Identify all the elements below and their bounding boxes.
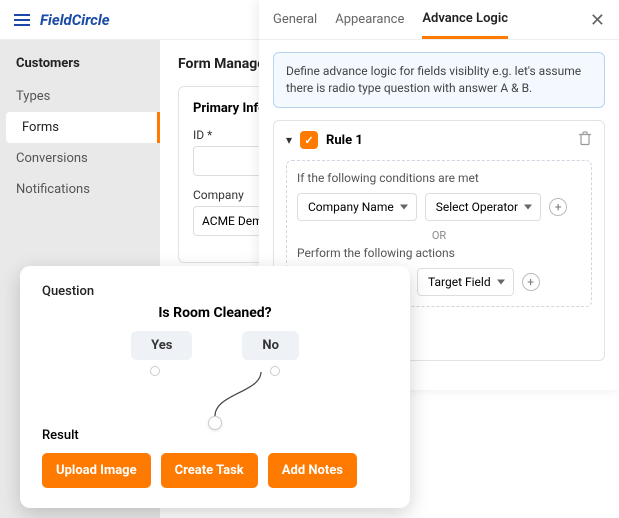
answer-row: Yes No	[42, 331, 388, 360]
sidebar-item-conversions[interactable]: Conversions	[0, 143, 160, 174]
question-text: Is Room Cleaned?	[42, 305, 388, 321]
sidebar-item-types[interactable]: Types	[0, 81, 160, 112]
rule-title: Rule 1	[326, 133, 363, 148]
conditions-label: If the following conditions are met	[297, 171, 581, 185]
tab-appearance[interactable]: Appearance	[335, 12, 404, 37]
upload-image-button[interactable]: Upload Image	[42, 453, 151, 488]
sidebar-title: Customers	[0, 56, 160, 81]
yes-button[interactable]: Yes	[131, 331, 192, 360]
flow-card: Question Is Room Cleaned? Yes No Result …	[20, 266, 410, 508]
add-action-icon[interactable]: +	[522, 273, 540, 291]
hamburger-icon[interactable]	[14, 14, 30, 26]
sidebar-item-notifications[interactable]: Notifications	[0, 174, 160, 205]
condition-row: Company Name Select Operator +	[297, 193, 581, 221]
target-dropdown[interactable]: Target Field	[417, 268, 514, 296]
rule-header: ▾ ✓ Rule 1	[286, 131, 592, 150]
result-actions: Upload Image Create Task Add Notes	[42, 453, 388, 488]
close-icon[interactable]: ✕	[590, 10, 605, 39]
or-label: OR	[297, 229, 581, 242]
no-button[interactable]: No	[242, 331, 299, 360]
add-notes-button[interactable]: Add Notes	[268, 453, 357, 488]
actions-label: Perform the following actions	[297, 246, 581, 260]
question-label: Question	[42, 284, 388, 299]
create-task-button[interactable]: Create Task	[161, 453, 258, 488]
result-label: Result	[42, 428, 388, 443]
add-condition-icon[interactable]: +	[549, 198, 567, 216]
sidebar-item-forms[interactable]: Forms	[6, 112, 160, 143]
operator-dropdown[interactable]: Select Operator	[425, 193, 541, 221]
yes-node-icon	[150, 366, 160, 376]
tab-general[interactable]: General	[273, 12, 317, 37]
chevron-down-icon[interactable]: ▾	[286, 133, 292, 147]
brand-logo: FieldCircle	[40, 11, 110, 29]
mid-node-icon	[208, 416, 222, 430]
field-dropdown[interactable]: Company Name	[297, 193, 417, 221]
connector	[42, 378, 388, 428]
panel-tabs: General Appearance Advance Logic ✕	[259, 0, 619, 40]
trash-icon[interactable]	[578, 131, 592, 150]
rule-checkbox[interactable]: ✓	[300, 131, 318, 149]
tab-advance-logic[interactable]: Advance Logic	[422, 11, 508, 39]
info-box: Define advance logic for fields visiblit…	[273, 52, 605, 108]
